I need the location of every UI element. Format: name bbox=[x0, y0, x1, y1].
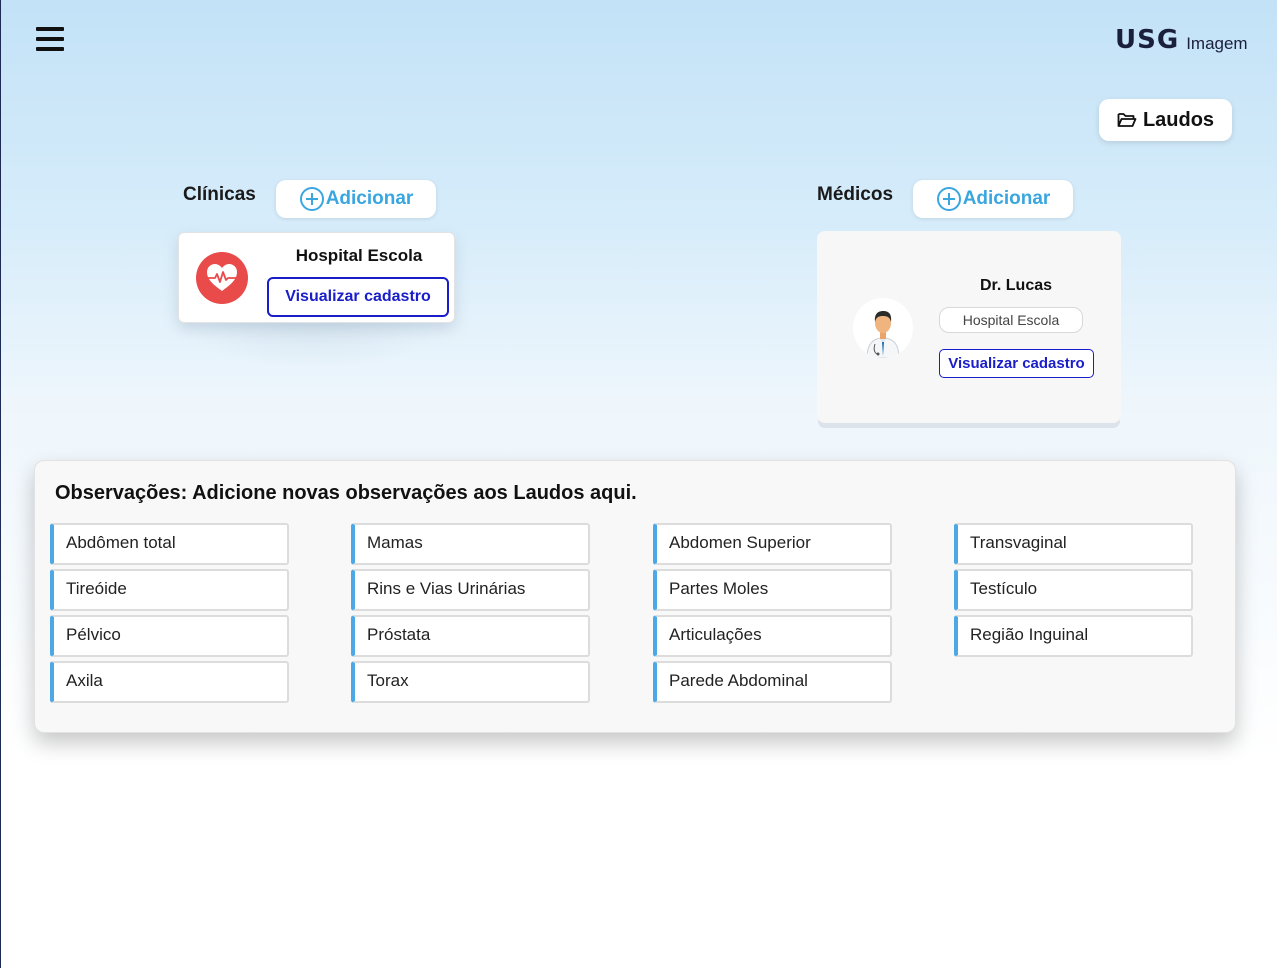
plus-circle-icon bbox=[936, 187, 961, 211]
observation-item[interactable]: Torax bbox=[351, 661, 590, 703]
brand-suffix: Imagem bbox=[1186, 34, 1248, 53]
clinic-card: Hospital Escola Visualizar cadastro bbox=[178, 232, 455, 323]
brand-logo: USG Imagem bbox=[1053, 14, 1248, 66]
doctor-hospital-badge: Hospital Escola bbox=[939, 307, 1083, 333]
doctor-view-button[interactable]: Visualizar cadastro bbox=[939, 349, 1094, 378]
doctor-card: Dr. Lucas Hospital Escola Visualizar cad… bbox=[817, 231, 1121, 423]
clinic-view-button[interactable]: Visualizar cadastro bbox=[267, 277, 449, 317]
logo-waveform-icon bbox=[1055, 16, 1101, 64]
observation-item[interactable]: Região Inguinal bbox=[954, 615, 1193, 657]
observation-item[interactable]: Rins e Vias Urinárias bbox=[351, 569, 590, 611]
clinic-name: Hospital Escola bbox=[295, 246, 423, 265]
observation-item[interactable]: Tireóide bbox=[50, 569, 289, 611]
observation-item[interactable]: Articulações bbox=[653, 615, 892, 657]
observation-item[interactable]: Abdomen Superior bbox=[653, 523, 892, 565]
doctor-avatar-icon bbox=[853, 298, 913, 358]
observation-item[interactable]: Axila bbox=[50, 661, 289, 703]
add-clinic-button[interactable]: Adicionar bbox=[276, 180, 436, 218]
brand-name: USG bbox=[1115, 25, 1180, 55]
laudos-label: Laudos bbox=[1142, 108, 1215, 131]
menu-icon[interactable] bbox=[36, 27, 64, 53]
observation-item[interactable]: Transvaginal bbox=[954, 523, 1193, 565]
doctor-name: Dr. Lucas bbox=[979, 277, 1053, 294]
observation-item[interactable]: Mamas bbox=[351, 523, 590, 565]
observation-item[interactable]: Partes Moles bbox=[653, 569, 892, 611]
doctors-title: Médicos bbox=[817, 184, 894, 205]
heart-pulse-icon bbox=[196, 252, 248, 304]
observations-panel: Observações: Adicione novas observações … bbox=[34, 460, 1236, 733]
add-clinic-label: Adicionar bbox=[325, 188, 414, 209]
add-doctor-button[interactable]: Adicionar bbox=[913, 180, 1073, 218]
add-doctor-label: Adicionar bbox=[962, 188, 1051, 209]
observation-item[interactable]: Testículo bbox=[954, 569, 1193, 611]
plus-circle-icon bbox=[299, 187, 324, 211]
observations-title: Observações: Adicione novas observações … bbox=[55, 482, 637, 504]
observation-item[interactable]: Parede Abdominal bbox=[653, 661, 892, 703]
laudos-button[interactable]: Laudos bbox=[1099, 99, 1232, 141]
observation-item[interactable]: Próstata bbox=[351, 615, 590, 657]
observation-item[interactable]: Pélvico bbox=[50, 615, 289, 657]
observation-item[interactable]: Abdômen total bbox=[50, 523, 289, 565]
folder-open-icon bbox=[1117, 113, 1137, 127]
clinics-title: Clínicas bbox=[183, 184, 256, 205]
